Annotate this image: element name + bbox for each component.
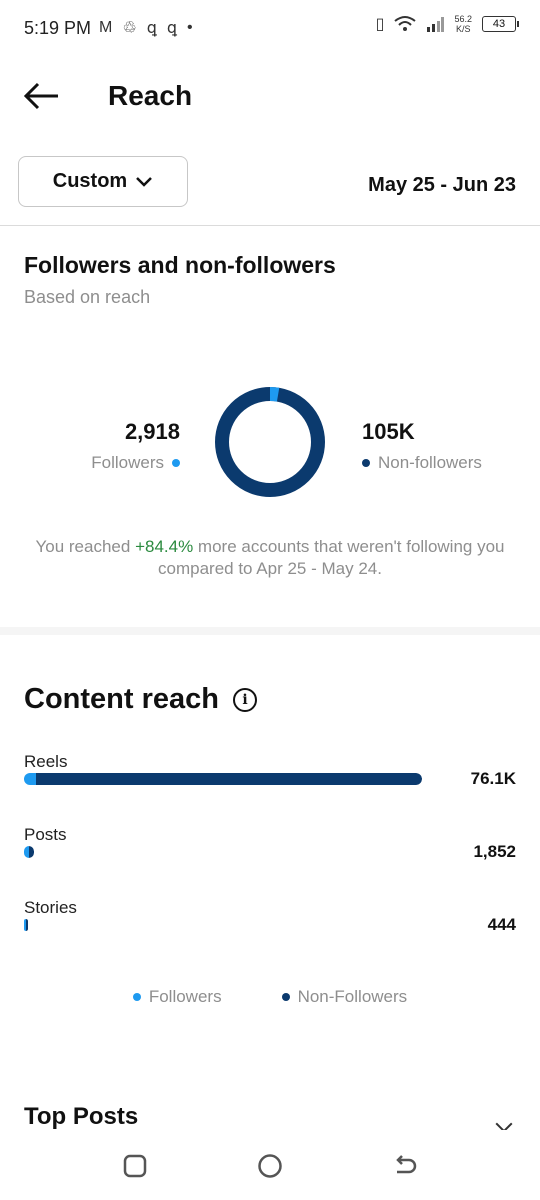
wifi-icon <box>394 16 417 31</box>
reach-bar <box>24 846 34 858</box>
followers-donut-chart <box>215 387 325 497</box>
vibrate-icon: ▯ <box>375 16 385 33</box>
square-icon <box>123 1154 147 1178</box>
followers-dot-icon <box>132 993 141 1001</box>
content-row-reels: Reels 76.1K <box>24 752 516 812</box>
app-notification-icon: ꝗ <box>166 20 178 37</box>
status-bar: 5:19 PM M ♲ ꝗ ꝗ • ▯ 56.2 K/S 43 <box>0 0 540 56</box>
followers-value: 2,918 <box>124 419 180 444</box>
notification-icons: M ♲ ꝗ ꝗ • <box>99 18 193 38</box>
header: Reach <box>0 64 540 130</box>
arrow-left-icon <box>23 82 58 110</box>
page-title: Reach <box>108 80 193 111</box>
content-reach-title: Content reach <box>24 683 219 715</box>
system-nav-bar <box>0 1130 540 1200</box>
content-row-label: Stories <box>24 898 77 917</box>
non-followers-dot-icon <box>281 993 290 1001</box>
signal-icon <box>427 17 445 32</box>
content-row-label: Reels <box>24 752 68 771</box>
followers-bar-segment <box>24 773 36 785</box>
home-button[interactable] <box>256 1152 284 1180</box>
back-button[interactable] <box>22 78 62 114</box>
reach-bar <box>24 773 422 785</box>
content-reach-section: Content reach i Reels 76.1K Posts 1,852 … <box>0 635 540 1055</box>
legend-followers: Followers <box>132 987 222 1007</box>
non-followers-stat: 105K Non-followers <box>362 419 482 473</box>
network-speed: 56.2 K/S <box>454 14 472 34</box>
status-right: ▯ 56.2 K/S 43 <box>375 14 519 34</box>
recent-apps-button[interactable] <box>121 1152 149 1180</box>
section-divider <box>0 627 540 635</box>
top-posts-title: Top Posts <box>24 1103 139 1130</box>
content-reach-header: Content reach i <box>24 683 257 716</box>
followers-dot-icon <box>172 459 180 467</box>
reach-change-percent: +84.4% <box>135 537 194 556</box>
followers-stat: 2,918 Followers <box>91 419 180 473</box>
followers-section: Followers and non-followers Based on rea… <box>0 227 540 627</box>
content-reach-legend: Followers Non-Followers <box>0 987 540 1007</box>
period-dropdown-label: Custom <box>52 170 128 192</box>
content-row-value: 444 <box>487 915 516 934</box>
followers-label: Followers <box>91 453 164 472</box>
non-followers-value: 105K <box>362 419 415 444</box>
gmail-icon: M <box>99 19 113 36</box>
non-followers-dot-icon <box>362 459 370 467</box>
legend-non-followers: Non-Followers <box>281 987 407 1007</box>
section-title: Followers and non-followers <box>24 252 336 278</box>
app-notification-icon: ꝗ <box>146 20 157 37</box>
content-row-value: 76.1K <box>470 769 516 788</box>
status-time: 5:19 PM <box>24 17 92 38</box>
non-followers-bar-segment <box>35 773 422 785</box>
date-range: May 25 - Jun 23 <box>368 174 516 196</box>
battery-icon: 43 <box>482 16 519 32</box>
back-nav-button[interactable] <box>391 1152 419 1180</box>
non-followers-bar-segment <box>26 919 28 931</box>
chevron-down-icon <box>136 176 153 187</box>
non-followers-arc <box>215 387 325 497</box>
return-arrow-icon <box>396 1155 417 1174</box>
section-subtitle: Based on reach <box>24 287 151 307</box>
content-row-stories: Stories 444 <box>24 898 516 958</box>
reach-comparison-note: You reached +84.4% more accounts that we… <box>35 537 505 578</box>
reach-bar <box>24 919 28 931</box>
info-icon[interactable]: i <box>232 687 257 712</box>
content-row-posts: Posts 1,852 <box>24 825 516 885</box>
date-filter-row: Custom May 25 - Jun 23 <box>0 156 540 226</box>
non-followers-bar-segment <box>28 846 34 858</box>
period-dropdown[interactable]: Custom <box>18 156 188 207</box>
circle-icon <box>258 1154 282 1178</box>
content-row-value: 1,852 <box>473 842 516 861</box>
content-row-label: Posts <box>24 825 67 844</box>
non-followers-label: Non-followers <box>378 453 482 472</box>
more-notifications-dot-icon: • <box>187 19 193 36</box>
sync-icon: ♲ <box>122 20 137 37</box>
